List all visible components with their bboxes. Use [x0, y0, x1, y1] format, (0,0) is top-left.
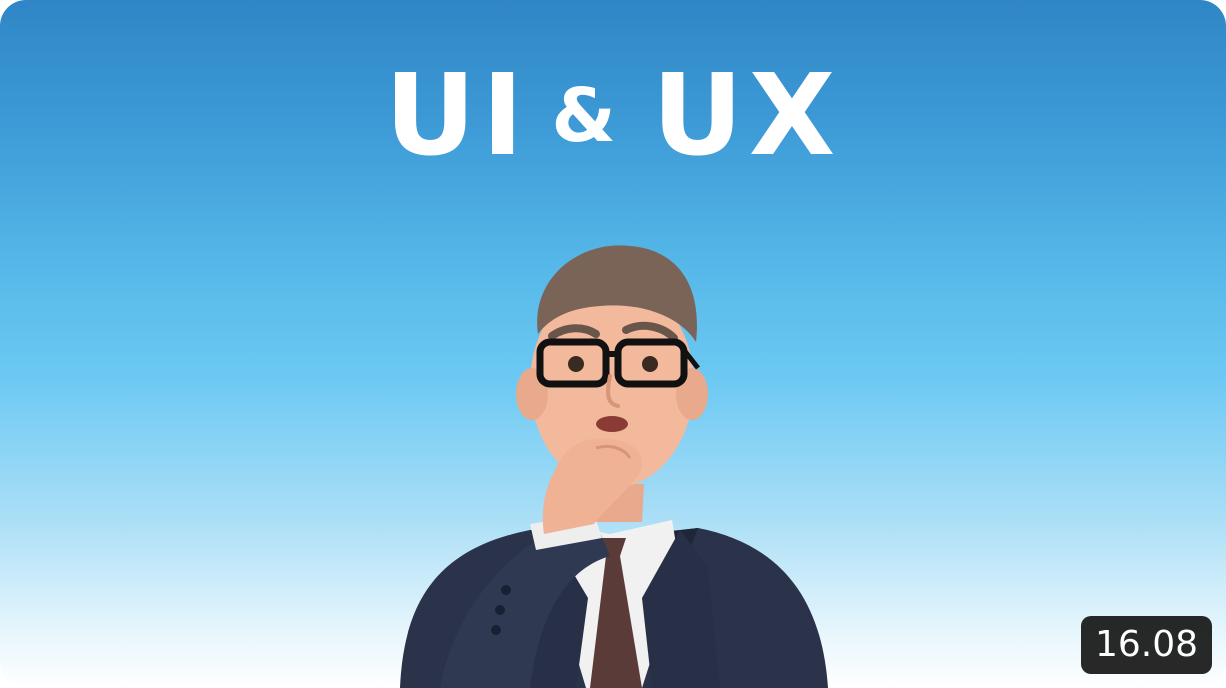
video-duration-badge: 16.08	[1080, 616, 1212, 674]
title-ampersand: &	[551, 73, 622, 159]
thumbnail-title: UI & UX	[0, 46, 1226, 186]
thinking-businessman-icon	[400, 245, 828, 688]
title-ui: UI	[384, 51, 530, 181]
video-thumbnail[interactable]: UI & UX 16.08	[0, 0, 1226, 688]
title-ux: UX	[651, 51, 842, 181]
